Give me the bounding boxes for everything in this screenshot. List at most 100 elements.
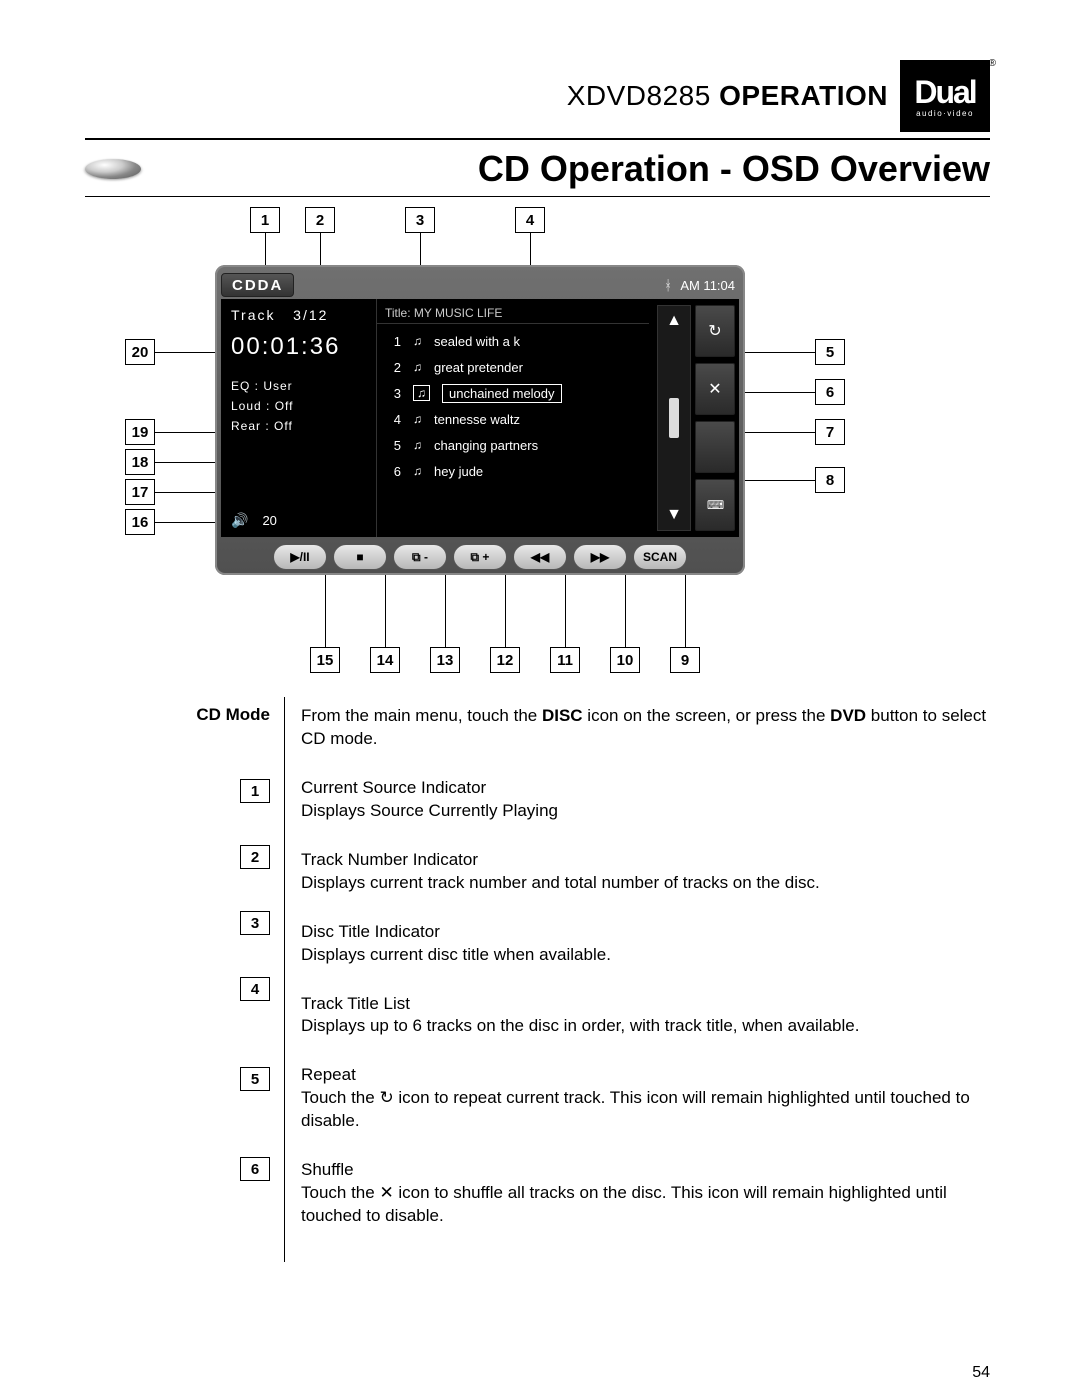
track-name: changing partners: [434, 438, 538, 453]
page-header: XDVD8285 OPERATION Dual audio·video: [85, 60, 990, 140]
desc-sub: Displays current track number and total …: [301, 872, 990, 895]
header-word: OPERATION: [719, 80, 888, 111]
desc-title: Disc Title Indicator: [301, 921, 990, 944]
transport-bar: ▶/II ■ ⧉ - ⧉ + ◀◀ ▶▶ SCAN: [221, 541, 739, 573]
description-right-col: From the main menu, touch the DISC icon …: [285, 697, 990, 1262]
note-icon: ♫: [413, 385, 430, 401]
fast-forward-icon: ▶▶: [591, 550, 609, 564]
folder-plus-icon: ⧉ +: [471, 550, 490, 565]
desc-num-4: 4: [240, 977, 270, 1001]
brand-logo: Dual audio·video: [900, 60, 990, 132]
stop-button[interactable]: ■: [333, 544, 387, 570]
callout-8: 8: [815, 467, 845, 493]
callout-18: 18: [125, 449, 155, 475]
desc-item-1: Current Source Indicator Displays Source…: [301, 777, 990, 823]
desc-num-2: 2: [240, 845, 270, 869]
leader: [385, 567, 386, 647]
eq-setting: EQ : User: [231, 379, 366, 393]
play-pause-icon: ▶/II: [290, 550, 309, 564]
repeat-icon: ↻: [708, 321, 721, 341]
repeat-button[interactable]: ↻: [695, 305, 735, 357]
callout-10: 10: [610, 647, 640, 673]
track-row[interactable]: 2♫great pretender: [383, 354, 643, 380]
disc-title: Title: MY MUSIC LIFE: [377, 303, 649, 324]
folder-plus-button[interactable]: ⧉ +: [453, 544, 507, 570]
logo-text: Dual: [914, 74, 975, 111]
screen-topbar: CDDA ᚼ AM 11:04: [221, 271, 739, 299]
audio-settings: EQ : User Loud : Off Rear : Off: [231, 379, 366, 439]
callout-20: 20: [125, 339, 155, 365]
page-number: 54: [972, 1364, 990, 1382]
track-name: hey jude: [434, 464, 483, 479]
track-name: tennesse waltz: [434, 412, 520, 427]
desc-num-5: 5: [240, 1067, 270, 1091]
scan-button[interactable]: SCAN: [633, 544, 687, 570]
fast-forward-button[interactable]: ▶▶: [573, 544, 627, 570]
desc-sub: Touch the ✕ icon to shuffle all tracks o…: [301, 1182, 990, 1228]
shuffle-icon: ✕: [708, 379, 721, 399]
note-icon: ♫: [413, 334, 422, 348]
section-header: CD Operation - OSD Overview: [85, 148, 990, 197]
desc-sub: Displays Source Currently Playing: [301, 800, 990, 823]
volume-row: 🔊 20: [231, 512, 366, 529]
speaker-icon: 🔊: [231, 512, 248, 529]
desc-sub: Displays up to 6 tracks on the disc in o…: [301, 1015, 990, 1038]
track-row-selected[interactable]: 3 ♫ unchained melody: [383, 380, 643, 406]
track-indicator: Track 3/12: [231, 307, 366, 323]
screen-body: Track 3/12 00:01:36 EQ : User Loud : Off…: [221, 299, 739, 537]
callout-14: 14: [370, 647, 400, 673]
scrollbar[interactable]: ▲ ▼: [657, 305, 691, 531]
note-icon: ♫: [413, 438, 422, 452]
right-pane: ▲ ▼ ↻ ✕ ⌨: [655, 299, 739, 537]
callout-7: 7: [815, 419, 845, 445]
desc-title: Shuffle: [301, 1159, 990, 1182]
desc-item-2: Track Number Indicator Displays current …: [301, 849, 990, 895]
scroll-down-icon[interactable]: ▼: [666, 506, 682, 524]
cd-mode-text: From the main menu, touch the DISC icon …: [301, 705, 990, 751]
scroll-up-icon[interactable]: ▲: [666, 312, 682, 330]
note-icon: ♫: [413, 464, 422, 478]
shuffle-button[interactable]: ✕: [695, 363, 735, 415]
track-row[interactable]: 4♫tennesse waltz: [383, 406, 643, 432]
disc-icon: [85, 159, 141, 179]
desc-num-3: 3: [240, 911, 270, 935]
desc-item-6: Shuffle Touch the ✕ icon to shuffle all …: [301, 1159, 990, 1228]
leader: [505, 567, 506, 647]
cd-mode-label: CD Mode: [85, 705, 270, 725]
track-num: 3: [389, 386, 401, 401]
callout-2: 2: [305, 207, 335, 233]
callout-9: 9: [670, 647, 700, 673]
model-number: XDVD8285: [567, 80, 711, 111]
callout-11: 11: [550, 647, 580, 673]
desc-title: Track Title List: [301, 993, 990, 1016]
play-pause-button[interactable]: ▶/II: [273, 544, 327, 570]
leader: [735, 432, 815, 433]
description-left-col: CD Mode 1 2 3 4 5 6: [85, 697, 285, 1262]
desc-title: Current Source Indicator: [301, 777, 990, 800]
leader: [685, 567, 686, 647]
track-num: 4: [389, 412, 401, 427]
track-list-pane: Title: MY MUSIC LIFE 1♫sealed with a k 2…: [376, 299, 655, 537]
callout-1: 1: [250, 207, 280, 233]
track-row[interactable]: 6♫hey jude: [383, 458, 643, 484]
clock-area: ᚼ AM 11:04: [664, 277, 735, 293]
scroll-thumb[interactable]: [669, 398, 679, 438]
track-num: 1: [389, 334, 401, 349]
track-name: unchained melody: [442, 384, 562, 403]
track-label: Track: [231, 307, 275, 323]
blank-button[interactable]: [695, 421, 735, 473]
leader: [735, 480, 815, 481]
folder-minus-button[interactable]: ⧉ -: [393, 544, 447, 570]
leader: [445, 567, 446, 647]
leader: [625, 567, 626, 647]
section-title: CD Operation - OSD Overview: [155, 148, 990, 190]
desc-item-5: Repeat Touch the ↻ icon to repeat curren…: [301, 1064, 990, 1133]
callout-12: 12: [490, 647, 520, 673]
rewind-button[interactable]: ◀◀: [513, 544, 567, 570]
leader: [735, 352, 815, 353]
track-row[interactable]: 5♫changing partners: [383, 432, 643, 458]
desc-title: Track Number Indicator: [301, 849, 990, 872]
track-row[interactable]: 1♫sealed with a k: [383, 328, 643, 354]
folder-minus-icon: ⧉ -: [412, 550, 428, 565]
keyboard-button[interactable]: ⌨: [695, 479, 735, 531]
